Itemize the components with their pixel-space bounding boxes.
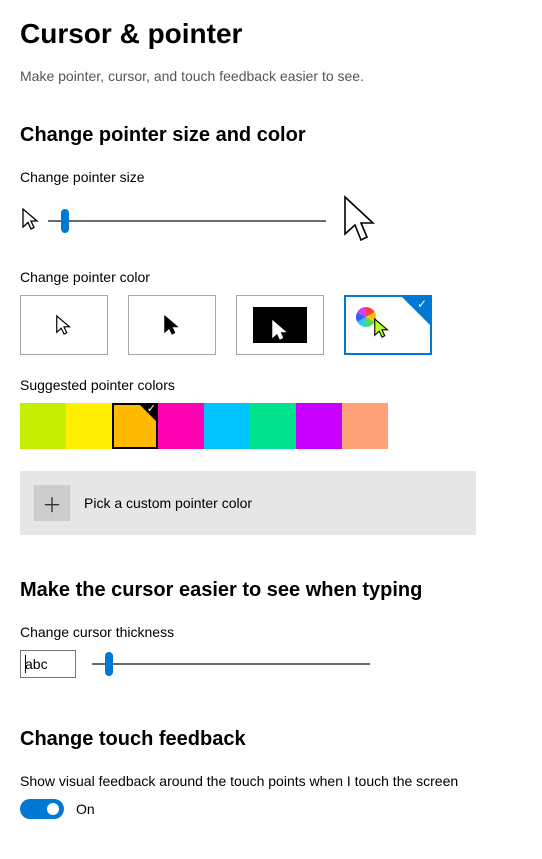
touch-feedback-toggle-label: On [76,801,95,817]
page-title: Cursor & pointer [20,18,522,50]
cursor-large-icon [340,194,378,249]
cursor-sample-text: abc [25,656,48,672]
color-swatch-2[interactable]: ✓ [112,403,158,449]
touch-feedback-toggle-row: On [20,799,522,819]
color-swatch-1[interactable] [66,403,112,449]
section-touch-feedback: Change touch feedback [20,728,522,751]
checkmark-icon: ✓ [417,298,427,310]
cursor-thickness-label: Change cursor thickness [20,624,522,640]
pointer-color-custom[interactable]: ✓ [344,295,432,355]
pick-custom-color-label: Pick a custom pointer color [84,495,252,511]
pointer-color-inverted[interactable] [236,295,324,355]
suggested-colors-label: Suggested pointer colors [20,377,522,393]
color-swatch-5[interactable] [250,403,296,449]
pointer-color-black[interactable] [128,295,216,355]
pointer-size-row [20,195,522,247]
checkmark-icon: ✓ [147,404,156,415]
cursor-small-icon [20,207,42,236]
pointer-color-label: Change pointer color [20,269,522,285]
page-subtitle: Make pointer, cursor, and touch feedback… [20,68,522,84]
pointer-size-label: Change pointer size [20,169,522,185]
suggested-color-swatches: ✓ [20,403,522,449]
cursor-thickness-slider-thumb[interactable] [105,652,113,676]
pointer-color-options: ✓ [20,295,522,355]
cursor-thickness-preview: abc [20,650,76,678]
cursor-colored-icon [372,317,392,344]
pointer-size-slider[interactable] [48,207,326,235]
section-cursor-visibility: Make the cursor easier to see when typin… [20,579,522,602]
plus-icon: ＋ [34,485,70,521]
color-swatch-4[interactable] [204,403,250,449]
color-swatch-7[interactable] [342,403,388,449]
touch-feedback-toggle[interactable] [20,799,64,819]
cursor-thickness-slider[interactable] [92,650,370,678]
section-pointer-size-color: Change pointer size and color [20,124,522,147]
touch-feedback-description: Show visual feedback around the touch po… [20,773,490,789]
color-swatch-3[interactable] [158,403,204,449]
pointer-size-slider-thumb[interactable] [61,209,69,233]
cursor-thickness-row: abc [20,650,522,678]
color-swatch-6[interactable] [296,403,342,449]
pointer-color-white[interactable] [20,295,108,355]
pick-custom-color-button[interactable]: ＋ Pick a custom pointer color [20,471,476,535]
color-swatch-0[interactable] [20,403,66,449]
